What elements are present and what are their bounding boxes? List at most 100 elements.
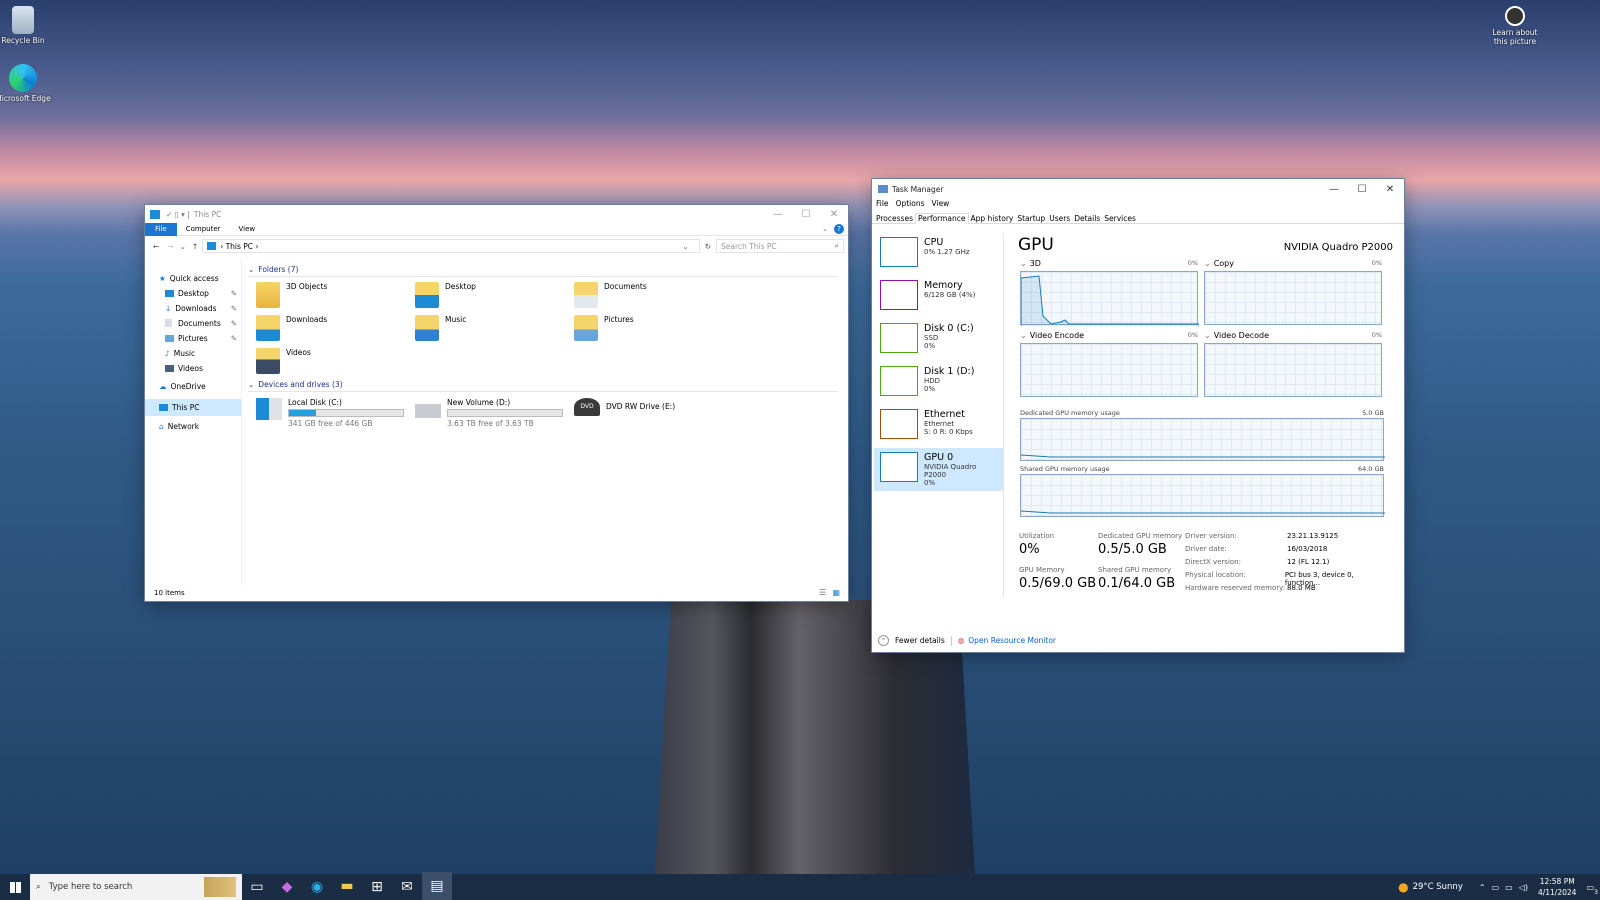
folder-item[interactable]: Music — [415, 315, 574, 341]
tab-users[interactable]: Users — [1047, 214, 1072, 223]
store-taskbar-button[interactable]: ⊞ — [362, 872, 392, 900]
task-view-button[interactable]: ▭ — [242, 872, 272, 900]
details-view-icon[interactable]: ☰ — [819, 588, 826, 597]
address-bar[interactable]: › This PC › ⌄ — [202, 239, 700, 253]
open-resource-monitor-link[interactable]: Open Resource Monitor — [968, 636, 1056, 645]
desktop-icon-label: Microsoft Edge — [0, 94, 51, 103]
help-icon[interactable]: ? — [834, 224, 844, 234]
weather-widget[interactable]: 29°C Sunny — [1413, 882, 1463, 892]
stat-label: Dedicated GPU memory — [1098, 532, 1183, 540]
folders-group-header[interactable]: ⌄ Folders (7) — [248, 265, 838, 277]
tab-details[interactable]: Details — [1072, 214, 1102, 223]
folder-item[interactable]: Videos — [256, 348, 415, 374]
graph-header-video-encode[interactable]: ⌄ Video Encode 0% — [1020, 331, 1198, 340]
engine-graph — [1020, 271, 1199, 326]
tab-app-history[interactable]: App history — [969, 214, 1016, 223]
learn-about-picture[interactable]: Learn about this picture — [1487, 6, 1543, 46]
task-manager-taskbar-button[interactable]: ▤ — [422, 872, 452, 900]
forward-arrow-icon[interactable]: → — [167, 242, 173, 251]
start-button[interactable] — [0, 872, 30, 900]
graph-header-video-decode[interactable]: ⌄ Video Decode 0% — [1204, 331, 1382, 340]
desktop-icon-edge[interactable]: Microsoft Edge — [0, 64, 53, 103]
drive-item[interactable]: DVD DVD RW Drive (E:) — [574, 398, 733, 428]
sidebar-item-cpu[interactable]: CPU 0% 1.27 GHz — [874, 233, 1003, 276]
menu-file[interactable]: File — [876, 199, 889, 211]
menu-view[interactable]: View — [932, 199, 950, 211]
refresh-icon[interactable]: ↻ — [705, 242, 711, 251]
quick-access-toolbar[interactable]: ✓ ▯ ▾ | — [166, 210, 190, 219]
expand-ribbon-icon[interactable]: ⌄ — [822, 225, 828, 233]
up-arrow-icon[interactable]: ↑ — [192, 242, 198, 251]
taskbar-search-box[interactable]: ⌕ Type here to search — [30, 874, 242, 900]
copilot-button[interactable]: ◆ — [272, 872, 302, 900]
info-label: Hardware reserved memory: — [1185, 584, 1286, 592]
sidebar-item-name: Memory — [924, 280, 963, 291]
minimize-button[interactable]: — — [1320, 184, 1348, 195]
desktop-icon-recycle-bin[interactable]: Recycle Bin — [0, 6, 53, 45]
show-hidden-icons-icon[interactable]: ⌃ — [1479, 883, 1486, 892]
close-button[interactable]: ✕ — [820, 209, 848, 220]
tab-view[interactable]: View — [230, 225, 265, 233]
gpu-model: NVIDIA Quadro P2000 — [1283, 242, 1393, 253]
search-input[interactable]: Search This PC ⌕ — [716, 239, 844, 253]
sidebar-item-disk-0-c[interactable]: Disk 0 (C:) SSD 0% — [874, 319, 1003, 362]
desktop-icon-label: Recycle Bin — [1, 36, 45, 45]
address-dropdown-icon[interactable]: ⌄ — [682, 242, 688, 251]
edge-taskbar-button[interactable]: ◉ — [302, 872, 332, 900]
display-icon[interactable]: ▭ — [1505, 883, 1513, 892]
nav-item-music[interactable]: ♪ Music — [145, 346, 241, 361]
desktop: { "desktop":{"icons":[{"label":"Recycle … — [0, 0, 1600, 900]
nav-this-pc[interactable]: This PC — [145, 399, 241, 416]
volume-icon[interactable]: ◁) — [1519, 883, 1528, 892]
nav-network[interactable]: ⌂ Network — [145, 416, 241, 434]
tab-processes[interactable]: Processes — [874, 214, 915, 223]
tab-performance[interactable]: Performance — [914, 213, 969, 224]
folder-item[interactable]: Pictures — [574, 315, 733, 341]
drives-group-header[interactable]: ⌄ Devices and drives (3) — [248, 380, 838, 392]
large-icons-view-icon[interactable]: ▦ — [832, 588, 840, 597]
folder-item[interactable]: Desktop — [415, 282, 574, 308]
recent-locations-icon[interactable]: ⌄ — [180, 242, 186, 251]
sidebar-item-disk-1-d[interactable]: Disk 1 (D:) HDD 0% — [874, 362, 1003, 405]
nav-item-videos[interactable]: Videos — [145, 361, 241, 376]
nav-item-pictures[interactable]: Pictures ✎ — [145, 331, 241, 346]
breadcrumb[interactable]: This PC — [226, 242, 253, 251]
folder-item[interactable]: 3D Objects — [256, 282, 415, 308]
graph-percent: 0% — [1187, 331, 1198, 339]
nav-item-desktop[interactable]: Desktop ✎ — [145, 286, 241, 301]
minimize-button[interactable]: — — [764, 209, 792, 220]
network-status-icon[interactable]: ▭ — [1492, 883, 1500, 892]
nav-onedrive[interactable]: ☁ OneDrive — [145, 376, 241, 394]
mail-taskbar-button[interactable]: ✉ — [392, 872, 422, 900]
nav-item-documents[interactable]: Documents ✎ — [145, 316, 241, 331]
graph-name: Video Encode — [1029, 331, 1085, 340]
nav-item-downloads[interactable]: ↓ Downloads ✎ — [145, 301, 241, 316]
engine-graph — [1204, 271, 1382, 325]
tab-services[interactable]: Services — [1102, 214, 1138, 223]
fewer-details-link[interactable]: Fewer details — [895, 636, 945, 645]
sidebar-item-memory[interactable]: Memory 6/128 GB (4%) — [874, 276, 1003, 319]
drive-item[interactable]: Local Disk (C:) 341 GB free of 446 GB — [256, 398, 415, 428]
file-explorer-taskbar-button[interactable]: ▬ — [332, 872, 362, 900]
back-arrow-icon[interactable]: ← — [153, 242, 159, 251]
maximize-button[interactable]: ☐ — [1348, 184, 1376, 195]
tab-file[interactable]: File — [145, 222, 177, 236]
folder-item[interactable]: Downloads — [256, 315, 415, 341]
sidebar-item-ethernet[interactable]: Ethernet Ethernet S: 0 R: 0 Kbps — [874, 405, 1003, 448]
notification-center-button[interactable]: ▭ 3 — [1586, 883, 1598, 896]
drive-item[interactable]: New Volume (D:) 3.63 TB free of 3.63 TB — [415, 398, 574, 428]
tab-startup[interactable]: Startup — [1015, 214, 1047, 223]
pin-icon: ✎ — [230, 319, 237, 328]
tab-computer[interactable]: Computer — [177, 225, 230, 233]
graph-header-copy[interactable]: ⌄ Copy 0% — [1204, 259, 1382, 268]
clock[interactable]: 12:58 PM 4/11/2024 — [1538, 876, 1576, 898]
graph-max: 5.0 GB — [1362, 409, 1384, 417]
sidebar-item-gpu-0[interactable]: GPU 0 NVIDIA Quadro P2000 0% — [874, 448, 1003, 491]
folder-item[interactable]: Documents — [574, 282, 733, 308]
nav-quick-access[interactable]: ★ Quick access — [145, 271, 241, 286]
maximize-button[interactable]: ☐ — [792, 209, 820, 220]
menu-options[interactable]: Options — [896, 199, 925, 211]
graph-header-3d[interactable]: ⌄ 3D 0% — [1020, 259, 1198, 268]
close-button[interactable]: ✕ — [1376, 184, 1404, 195]
folder-label: Videos — [286, 348, 311, 357]
